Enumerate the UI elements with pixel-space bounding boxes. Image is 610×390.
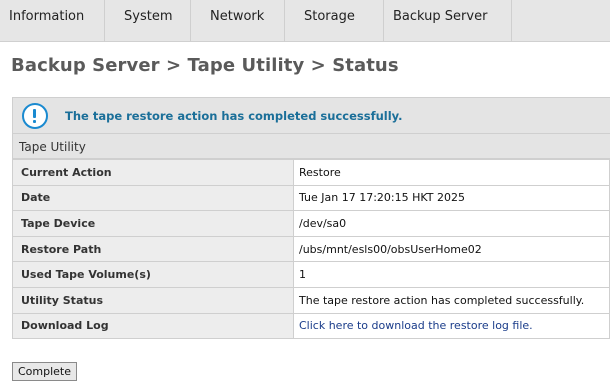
row-value-current-action: Restore <box>293 159 610 186</box>
row-label-utility-status: Utility Status <box>12 286 294 314</box>
table-row: Restore Path /ubs/mnt/esls00/obsUserHome… <box>12 235 610 263</box>
row-value-date: Tue Jan 17 17:20:15 HKT 2025 <box>293 184 610 212</box>
row-label-tape-device: Tape Device <box>12 210 294 237</box>
table-row: Used Tape Volume(s) 1 <box>12 261 610 288</box>
download-log-link[interactable]: Click here to download the restore log f… <box>293 312 610 340</box>
tab-label: Network <box>210 9 265 24</box>
tab-label: Information <box>9 9 85 24</box>
tab-storage[interactable]: Storage <box>285 0 384 42</box>
tab-label: System <box>124 9 173 24</box>
row-label-date: Date <box>12 184 294 212</box>
row-label-restore-path: Restore Path <box>12 235 294 263</box>
table-row: Current Action Restore <box>12 159 610 186</box>
row-value-used-tape-volumes: 1 <box>293 261 610 288</box>
tab-label: Backup Server <box>393 9 488 24</box>
table-row: Tape Device /dev/sa0 <box>12 210 610 237</box>
top-navigation: Information System Network Storage Backu… <box>0 0 610 42</box>
row-label-used-tape-volumes: Used Tape Volume(s) <box>12 261 294 288</box>
complete-button[interactable]: Complete <box>12 362 77 381</box>
tape-utility-table: Current Action Restore Date Tue Jan 17 1… <box>12 159 610 340</box>
tab-label: Storage <box>304 9 355 24</box>
row-value-restore-path: /ubs/mnt/esls00/obsUserHome02 <box>293 235 610 263</box>
row-label-download-log: Download Log <box>12 312 294 340</box>
row-value-utility-status: The tape restore action has completed su… <box>293 286 610 314</box>
table-row: Download Log Click here to download the … <box>12 312 610 340</box>
status-message-bar: The tape restore action has completed su… <box>12 97 610 134</box>
page-title: Backup Server > Tape Utility > Status <box>11 55 399 76</box>
table-row: Utility Status The tape restore action h… <box>12 286 610 314</box>
info-icon <box>22 103 48 129</box>
row-label-current-action: Current Action <box>12 159 294 186</box>
status-message-text: The tape restore action has completed su… <box>65 109 403 123</box>
tab-system[interactable]: System <box>105 0 191 42</box>
tab-backup-server[interactable]: Backup Server <box>384 0 512 42</box>
section-header: Tape Utility <box>12 134 610 159</box>
tab-network[interactable]: Network <box>191 0 285 42</box>
table-row: Date Tue Jan 17 17:20:15 HKT 2025 <box>12 184 610 212</box>
tape-utility-panel: The tape restore action has completed su… <box>12 97 610 340</box>
tab-information[interactable]: Information <box>0 0 105 42</box>
row-value-tape-device: /dev/sa0 <box>293 210 610 237</box>
